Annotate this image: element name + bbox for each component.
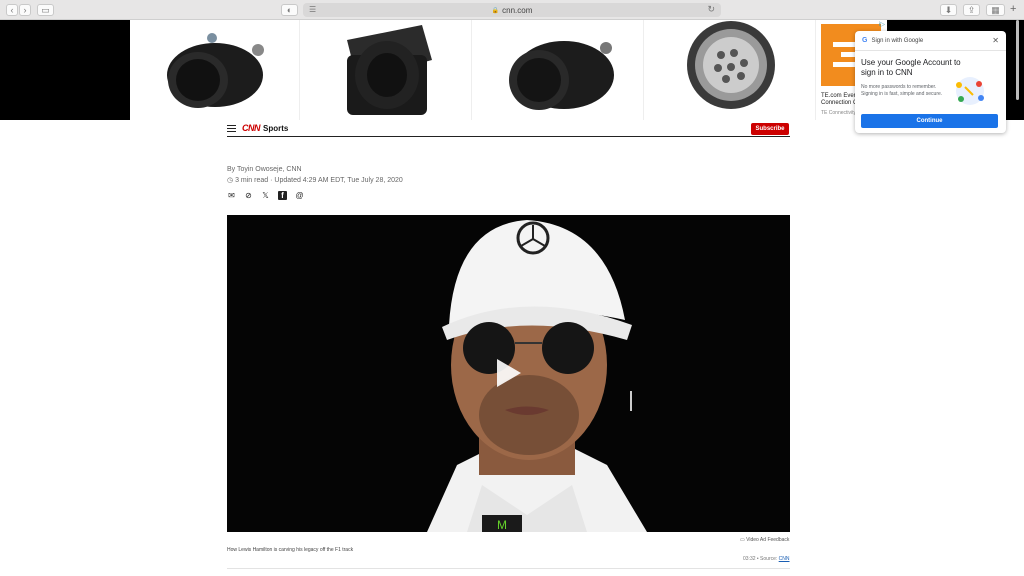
feedback-icon: ▭ <box>740 537 745 543</box>
section-title[interactable]: Sports <box>263 124 288 133</box>
video-meta: 03:32 • Source: CNN <box>743 556 790 562</box>
ad-product-tile[interactable] <box>474 20 644 120</box>
video-ad-feedback[interactable]: ▭ Video Ad Feedback <box>740 537 789 543</box>
page-menu-icon[interactable]: ☰ <box>309 5 316 14</box>
lock-icon: 🔒 <box>491 7 500 14</box>
ad-product-tile[interactable] <box>130 20 300 120</box>
ad-product-tile[interactable] <box>302 20 472 120</box>
divider <box>855 50 1006 51</box>
email-icon[interactable]: ✉ <box>227 191 236 200</box>
threads-icon[interactable]: @ <box>295 191 304 200</box>
source-prefix: • Source: <box>756 556 778 562</box>
privacy-report-button[interactable]: ◐ <box>281 4 298 16</box>
updated-time: Updated 4:29 AM EDT, Tue July 28, 2020 <box>274 177 403 184</box>
close-icon[interactable]: ✕ <box>992 36 999 45</box>
cnn-logo[interactable]: CNN <box>242 123 261 133</box>
video-player[interactable]: M <box>227 215 790 532</box>
feedback-label[interactable]: Video Ad Feedback <box>746 537 789 543</box>
downloads-button[interactable]: ⬇ <box>940 4 957 16</box>
ad-source: TE Connectivity <box>821 110 857 116</box>
forward-button[interactable]: › <box>19 4 31 16</box>
ad-product-tile[interactable] <box>646 20 816 120</box>
video-duration: 03:32 <box>743 556 756 562</box>
popup-header: G Sign in with Google <box>862 37 923 44</box>
subscribe-button[interactable]: Subscribe <box>751 123 789 135</box>
divider <box>227 568 790 569</box>
source-link[interactable]: CNN <box>779 556 790 562</box>
ad-content[interactable]: i▷ TE.com Event Connection C TE Connecti… <box>130 20 887 120</box>
continue-button[interactable]: Continue <box>861 114 998 128</box>
google-logo-icon: G <box>862 37 868 44</box>
menu-icon[interactable] <box>227 125 236 132</box>
connector-image <box>509 41 614 110</box>
link-icon[interactable]: ⊘ <box>244 191 253 200</box>
new-tab-button[interactable]: + <box>1010 3 1016 15</box>
facebook-icon[interactable]: f <box>278 191 287 200</box>
play-icon[interactable] <box>497 359 521 387</box>
share-bar: ✉ ⊘ 𝕏 f @ <box>227 191 304 200</box>
popup-body: No more passwords to remember. Signing i… <box>861 84 943 97</box>
svg-text:M: M <box>497 518 507 532</box>
separator: · <box>270 177 273 184</box>
ad-choices-icon[interactable]: i▷ <box>879 21 885 28</box>
share-button[interactable]: ⇪ <box>963 4 980 16</box>
popup-header-label: Sign in with Google <box>871 37 924 44</box>
scrollbar[interactable] <box>1016 20 1019 100</box>
sidebar-toggle-button[interactable]: ▭ <box>37 4 54 16</box>
sign-in-illustration <box>956 77 984 105</box>
video-caption: How Lewis Hamilton is carving his legacy… <box>227 547 354 553</box>
connector-image <box>347 25 432 115</box>
tab-overview-button[interactable]: ▦ <box>986 4 1005 16</box>
reload-icon[interactable]: ↻ <box>707 4 715 15</box>
byline: By Toyin Owoseje, CNN <box>227 166 302 173</box>
article-timestamp: ◷ 3 min read · Updated 4:29 AM EDT, Tue … <box>227 176 403 184</box>
back-button[interactable]: ‹ <box>6 4 18 16</box>
connector-image <box>687 21 775 109</box>
x-icon[interactable]: 𝕏 <box>261 191 270 200</box>
popup-title: Use your Google Account to sign in to CN… <box>861 58 961 77</box>
google-signin-popup: G Sign in with Google ✕ Use your Google … <box>855 31 1006 133</box>
url-text: cnn.com <box>502 5 533 15</box>
clock-icon: ◷ <box>227 177 234 184</box>
address-bar[interactable]: ☰ 🔒 cnn.com ↻ <box>303 3 721 17</box>
connector-image <box>167 33 264 108</box>
read-time: 3 min read <box>235 177 269 184</box>
site-header: CNN Sports Subscribe <box>227 120 790 137</box>
browser-toolbar: ‹ › ▭ ◐ ☰ 🔒 cnn.com ↻ ⬇ ⇪ ▦ + <box>0 0 1024 20</box>
